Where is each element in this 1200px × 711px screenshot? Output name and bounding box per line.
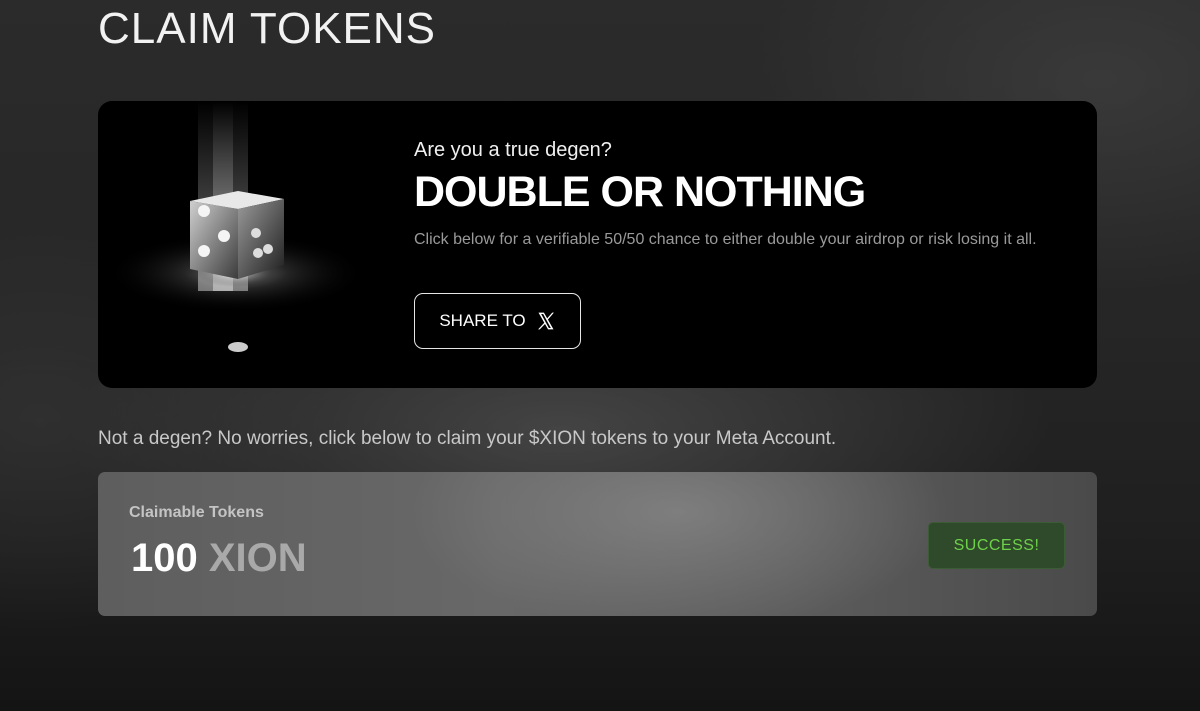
claim-hint-text: Not a degen? No worries, click below to … bbox=[98, 428, 837, 449]
success-status-badge: SUCCESS! bbox=[928, 522, 1065, 569]
share-button-label: SHARE TO bbox=[439, 311, 526, 330]
claimable-amount: 100 XION bbox=[131, 536, 307, 581]
promo-eyebrow: Are you a true degen? bbox=[414, 139, 612, 161]
claim-amount-value: 100 bbox=[131, 536, 198, 580]
claim-amount-unit: XION bbox=[208, 536, 307, 580]
share-to-x-button[interactable]: SHARE TO bbox=[414, 293, 581, 349]
page-title: CLAIM TOKENS bbox=[98, 4, 437, 53]
promo-description: Click below for a verifiable 50/50 chanc… bbox=[414, 231, 1037, 248]
double-or-nothing-card: Are you a true degen? DOUBLE OR NOTHING … bbox=[98, 101, 1097, 388]
dice-icon bbox=[106, 101, 366, 352]
claimable-tokens-label: Claimable Tokens bbox=[129, 504, 264, 521]
promo-heading: DOUBLE OR NOTHING bbox=[414, 168, 866, 216]
claim-card: Claimable Tokens 100 XION SUCCESS! bbox=[98, 472, 1097, 616]
x-logo-icon bbox=[537, 312, 554, 330]
